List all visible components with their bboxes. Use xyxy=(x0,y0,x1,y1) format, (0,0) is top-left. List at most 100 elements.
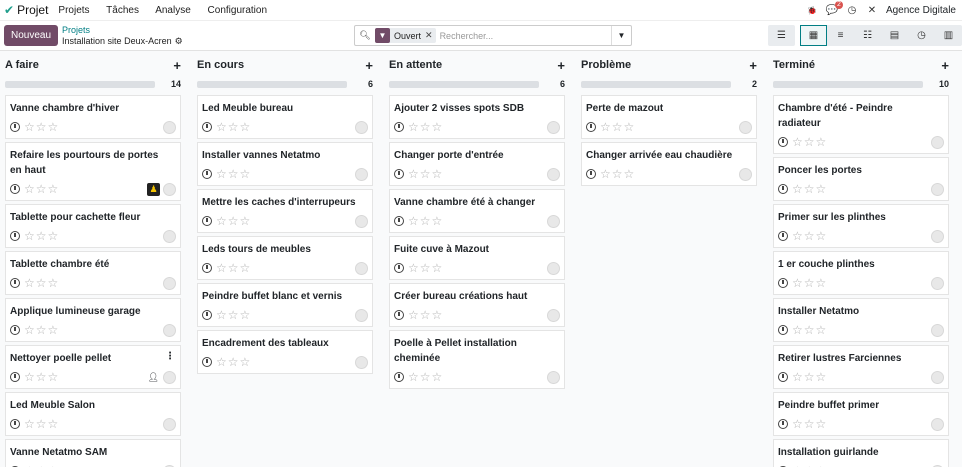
task-card[interactable]: Vanne chambre d'hiver ☆☆☆ xyxy=(5,95,181,139)
task-card[interactable]: Fuite cuve à Mazout ☆☆☆ xyxy=(389,236,565,280)
activity-clock-icon[interactable] xyxy=(10,184,20,194)
menu-item-configuration[interactable]: Configuration xyxy=(208,5,267,16)
task-card[interactable]: Tablette pour cachette fleur ☆☆☆ xyxy=(5,204,181,248)
priority-stars-icon[interactable]: ☆☆☆ xyxy=(216,355,251,369)
priority-stars-icon[interactable]: ☆☆☆ xyxy=(600,167,635,181)
progress-bar[interactable] xyxy=(773,80,923,88)
progress-bar[interactable] xyxy=(5,80,155,88)
progress-bar[interactable] xyxy=(197,80,347,88)
activity-clock-icon[interactable] xyxy=(202,310,212,320)
priority-stars-icon[interactable]: ☆☆☆ xyxy=(216,308,251,322)
activity-clock-icon[interactable] xyxy=(10,325,20,335)
breadcrumb-parent[interactable]: Projets xyxy=(62,25,183,36)
priority-stars-icon[interactable]: ☆☆☆ xyxy=(24,370,59,384)
activity-clock-icon[interactable] xyxy=(586,169,596,179)
progress-bar[interactable] xyxy=(581,80,731,88)
column-title[interactable]: Terminé xyxy=(773,59,815,71)
column-title[interactable]: En attente xyxy=(389,59,442,71)
calendar-view-icon[interactable]: ▤ xyxy=(881,25,908,46)
status-circle-icon[interactable] xyxy=(931,324,944,337)
task-card[interactable]: Installer vannes Netatmo ☆☆☆ xyxy=(197,142,373,186)
task-card[interactable]: 1 er couche plinthes ☆☆☆ xyxy=(773,251,949,295)
kanban-view-icon[interactable]: ▦ xyxy=(800,25,827,46)
status-circle-icon[interactable] xyxy=(547,215,560,228)
column-title[interactable]: A faire xyxy=(5,59,39,71)
priority-stars-icon[interactable]: ☆☆☆ xyxy=(24,120,59,134)
task-card[interactable]: Peindre buffet blanc et vernis ☆☆☆ xyxy=(197,283,373,327)
task-card[interactable]: Chambre d'été - Peindre radiateur ☆☆☆ xyxy=(773,95,949,154)
activity-clock-icon[interactable] xyxy=(10,231,20,241)
list-view-icon[interactable]: ≡ xyxy=(827,25,854,46)
activity-clock-icon[interactable] xyxy=(10,419,20,429)
activity-clock-icon[interactable] xyxy=(778,325,788,335)
priority-stars-icon[interactable]: ☆☆☆ xyxy=(792,323,827,337)
priority-stars-icon[interactable]: ☆☆☆ xyxy=(24,182,59,196)
activity-clock-icon[interactable] xyxy=(778,137,788,147)
filters-toggle-icon[interactable]: ☰ xyxy=(768,25,795,46)
status-circle-icon[interactable] xyxy=(547,371,560,384)
add-task-icon[interactable]: + xyxy=(941,58,949,73)
menu-item-projets[interactable]: Projets xyxy=(58,5,89,16)
priority-stars-icon[interactable]: ☆☆☆ xyxy=(408,370,443,384)
activity-clock-icon[interactable] xyxy=(10,278,20,288)
status-circle-icon[interactable] xyxy=(931,183,944,196)
status-circle-icon[interactable] xyxy=(355,168,368,181)
priority-stars-icon[interactable]: ☆☆☆ xyxy=(408,167,443,181)
activity-clock-icon[interactable] xyxy=(202,216,212,226)
task-card[interactable]: Refaire les pourtours de portes en haut … xyxy=(5,142,181,201)
activity-clock-icon[interactable] xyxy=(778,419,788,429)
priority-stars-icon[interactable]: ☆☆☆ xyxy=(216,120,251,134)
chat-icon[interactable]: 💬 2 xyxy=(826,0,843,17)
status-circle-icon[interactable] xyxy=(739,168,752,181)
status-circle-icon[interactable] xyxy=(739,121,752,134)
priority-stars-icon[interactable]: ☆☆☆ xyxy=(792,135,827,149)
status-circle-icon[interactable] xyxy=(547,309,560,322)
debug-icon[interactable]: 🐞 xyxy=(806,5,818,17)
add-task-icon[interactable]: + xyxy=(173,58,181,73)
task-card[interactable]: Perte de mazout ☆☆☆ xyxy=(581,95,757,139)
status-circle-icon[interactable] xyxy=(163,277,176,290)
activity-view-icon[interactable]: ◷ xyxy=(908,25,935,46)
avatar-icon[interactable]: ♟ xyxy=(147,183,160,196)
add-task-icon[interactable]: + xyxy=(557,58,565,73)
priority-stars-icon[interactable]: ☆☆☆ xyxy=(792,182,827,196)
priority-stars-icon[interactable]: ☆☆☆ xyxy=(408,120,443,134)
status-circle-icon[interactable] xyxy=(355,309,368,322)
task-card[interactable]: Changer porte d'entrée ☆☆☆ xyxy=(389,142,565,186)
task-card[interactable]: Peindre buffet primer ☆☆☆ xyxy=(773,392,949,436)
task-card[interactable]: ⋮ Nettoyer poelle pellet ☆☆☆ 👤︎ xyxy=(5,345,181,389)
task-card[interactable]: Led Meuble Salon ☆☆☆ xyxy=(5,392,181,436)
priority-stars-icon[interactable]: ☆☆☆ xyxy=(216,167,251,181)
task-card[interactable]: Ajouter 2 visses spots SDB ☆☆☆ xyxy=(389,95,565,139)
task-card[interactable]: Vanne chambre été à changer ☆☆☆ xyxy=(389,189,565,233)
status-circle-icon[interactable] xyxy=(163,183,176,196)
status-circle-icon[interactable] xyxy=(163,371,176,384)
activity-clock-icon[interactable] xyxy=(778,372,788,382)
priority-stars-icon[interactable]: ☆☆☆ xyxy=(792,417,827,431)
activity-clock-icon[interactable] xyxy=(202,169,212,179)
status-circle-icon[interactable] xyxy=(931,418,944,431)
activity-clock-icon[interactable] xyxy=(202,122,212,132)
status-circle-icon[interactable] xyxy=(355,215,368,228)
task-card[interactable]: Poncer les portes ☆☆☆ xyxy=(773,157,949,201)
priority-stars-icon[interactable]: ☆☆☆ xyxy=(792,229,827,243)
priority-stars-icon[interactable]: ☆☆☆ xyxy=(792,370,827,384)
task-card[interactable]: Poelle à Pellet installation cheminée ☆☆… xyxy=(389,330,565,389)
column-title[interactable]: En cours xyxy=(197,59,244,71)
tools-icon[interactable]: ✕ xyxy=(866,5,878,17)
priority-stars-icon[interactable]: ☆☆☆ xyxy=(24,276,59,290)
status-circle-icon[interactable] xyxy=(163,418,176,431)
priority-stars-icon[interactable]: ☆☆☆ xyxy=(216,261,251,275)
task-card[interactable]: Tablette chambre été ☆☆☆ xyxy=(5,251,181,295)
activity-clock-icon[interactable] xyxy=(202,357,212,367)
activity-clock-icon[interactable] xyxy=(778,231,788,241)
new-button[interactable]: Nouveau xyxy=(4,25,59,46)
priority-stars-icon[interactable]: ☆☆☆ xyxy=(600,120,635,134)
column-title[interactable]: Problème xyxy=(581,59,631,71)
status-circle-icon[interactable] xyxy=(931,277,944,290)
menu-item-analyse[interactable]: Analyse xyxy=(155,5,191,16)
task-card[interactable]: Installation guirlande ☆☆☆ xyxy=(773,439,949,467)
priority-stars-icon[interactable]: ☆☆☆ xyxy=(408,261,443,275)
priority-stars-icon[interactable]: ☆☆☆ xyxy=(24,417,59,431)
task-card[interactable]: Installer Netatmo ☆☆☆ xyxy=(773,298,949,342)
